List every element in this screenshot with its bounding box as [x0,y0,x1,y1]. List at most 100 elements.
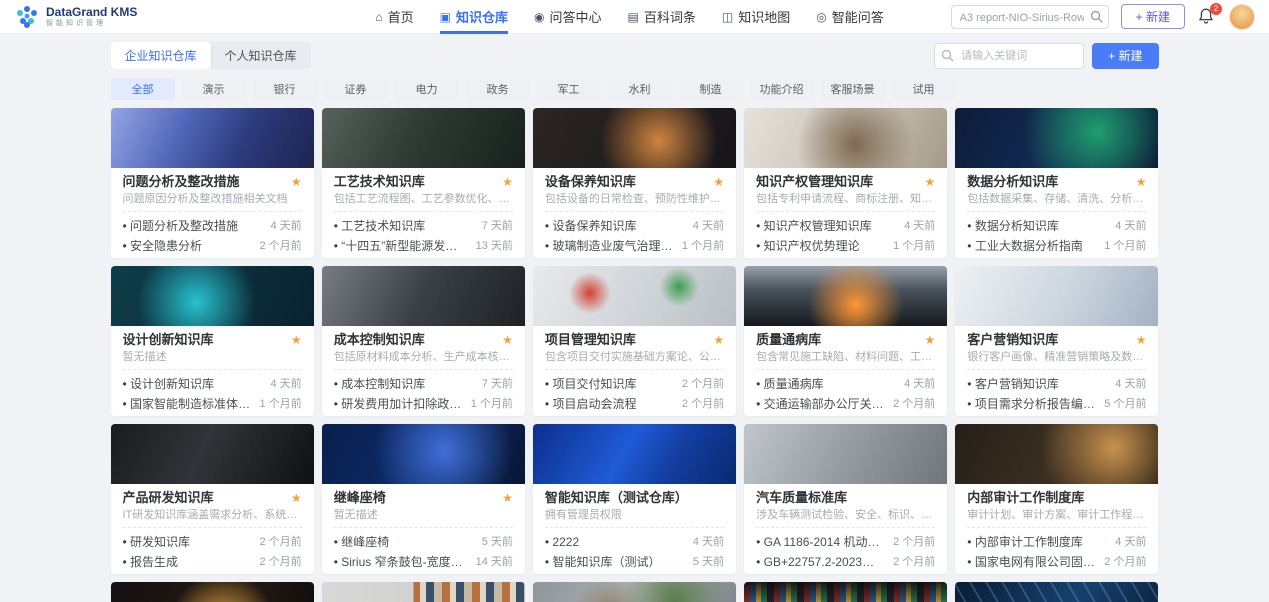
knowledge-card[interactable]: 问题分析及整改措施 ★ 问题原因分析及整改措施相关文档 问题分析及整改措施 4 … [111,108,314,258]
filter-pill-演示[interactable]: 演示 [182,78,246,100]
card-body: 设计创新知识库 ★ 暂无描述 设计创新知识库 4 天前 国家智能制造标准体系建设… [111,326,314,414]
doc-name: 玻璃制造业废气治理工程技术规... [545,236,674,256]
knowledge-card[interactable]: 设备保养知识库 ★ 包括设备的日常检查、预防性维护计划、故障诊... 设备保养知… [533,108,736,258]
doc-item[interactable]: 项目交付知识库 2 个月前 [545,374,724,394]
doc-item[interactable]: 项目启动会流程 2 个月前 [545,394,724,414]
doc-item[interactable]: 国家智能制造标准体系建设指南 1 个月前 [123,394,302,414]
knowledge-card[interactable]: 知识产权管理知识库 ★ 包括专利申请流程、商标注册、知识产权保护策... 知识产… [744,108,947,258]
knowledge-card[interactable]: ★ [322,582,525,602]
doc-item[interactable]: 数据分析知识库 4 天前 [967,216,1146,236]
doc-item[interactable]: 交通运输部办公厅关于2016年下... 2 个月前 [756,394,935,414]
doc-name: GA 1186-2014 机动车安全技术... [756,532,885,552]
doc-item[interactable]: 安全隐患分析 2 个月前 [123,236,302,256]
filter-pill-客服场景[interactable]: 客服场景 [821,78,885,100]
doc-item[interactable]: GA 1186-2014 机动车安全技术... 2 个月前 [756,532,935,552]
nav-item-知识仓库[interactable]: ▣知识仓库 [440,0,508,34]
star-icon[interactable]: ★ [1136,174,1147,190]
doc-item[interactable]: 智能知识库（测试） 5 天前 [545,552,724,572]
global-search-input[interactable] [951,5,1109,29]
user-avatar[interactable] [1229,4,1255,30]
filter-pill-试用[interactable]: 试用 [892,78,956,100]
star-icon[interactable]: ★ [502,332,513,348]
knowledge-card[interactable]: 质量通病库 ★ 包含常见施工缺陷、材料问题、工艺疏漏及整改... 质量通病库 4… [744,266,947,416]
doc-item[interactable]: 客户营销知识库 4 天前 [967,374,1146,394]
filter-pill-水利[interactable]: 水利 [608,78,672,100]
star-icon[interactable]: ★ [713,332,724,348]
nav-item-首页[interactable]: ⌂首页 [375,0,413,34]
search-icon[interactable] [1090,10,1103,23]
knowledge-card[interactable]: 产品研发知识库 ★ IT研发知识库涵盖需求分析、系统设计、编码规... 研发知识… [111,424,314,574]
filter-pill-功能介绍[interactable]: 功能介绍 [750,78,814,100]
doc-item[interactable]: 研发费用加计扣除政策执行指引... 1 个月前 [334,394,513,414]
filter-pill-证券[interactable]: 证券 [324,78,388,100]
filter-pill-银行[interactable]: 银行 [253,78,317,100]
star-icon[interactable]: ★ [1136,332,1147,348]
star-icon[interactable]: ★ [291,332,302,348]
knowledge-card[interactable]: 智能知识库（测试仓库） ★ 拥有管理员权限 2222 4 天前 智能知识库（测试… [533,424,736,574]
doc-item[interactable]: 报告生成 2 个月前 [123,552,302,572]
knowledge-card[interactable]: 继峰座椅 ★ 暂无描述 继峰座椅 5 天前 Sirius 窄条鼓包-宽度不均匀 … [322,424,525,574]
knowledge-card[interactable]: ★ [111,582,314,602]
doc-time: 4 天前 [1115,216,1146,236]
doc-item[interactable]: 工艺技术知识库 7 天前 [334,216,513,236]
doc-item[interactable]: 成本控制知识库 7 天前 [334,374,513,394]
doc-item[interactable]: 知识产权优势理论 1 个月前 [756,236,935,256]
nav-item-智能问答[interactable]: ◎智能问答 [816,0,884,34]
doc-item[interactable]: 国家电网有限公司固定资产管理... 2 个月前 [967,552,1146,572]
star-icon[interactable]: ★ [713,174,724,190]
doc-item[interactable]: 项目需求分析报告编制提纲 5 个月前 [967,394,1146,414]
brand[interactable]: DataGrand KMS 智能知识管理 [14,4,137,30]
doc-item[interactable]: 2222 4 天前 [545,532,724,552]
filter-pill-政务[interactable]: 政务 [466,78,530,100]
doc-item[interactable]: 工业大数据分析指南 1 个月前 [967,236,1146,256]
doc-item[interactable]: Sirius 窄条鼓包-宽度不均匀 14 天前 [334,552,513,572]
knowledge-card[interactable]: 内部审计工作制度库 ★ 审计计划、审计方案、审计工作程序、审计质量 内部审计工作… [955,424,1158,574]
knowledge-card[interactable]: ★ [955,582,1158,602]
knowledge-card[interactable]: 成本控制知识库 ★ 包括原材料成本分析、生产成本核算、成本优化... 成本控制知… [322,266,525,416]
star-icon[interactable]: ★ [502,490,513,506]
knowledge-card[interactable]: 汽车质量标准库 ★ 涉及车辆测试检验、安全、标识、车辆零部件，... GA 11… [744,424,947,574]
doc-item[interactable]: “十四五”新型能源发展实施方案 13 天前 [334,236,513,256]
toolbar-new-button[interactable]: + 新建 [1092,43,1158,69]
doc-item[interactable]: 质量通病库 4 天前 [756,374,935,394]
card-doc-list: 知识产权管理知识库 4 天前 知识产权优势理论 1 个月前 [756,211,935,256]
doc-item[interactable]: 研发知识库 2 个月前 [123,532,302,552]
nav-item-百科词条[interactable]: ▤百科词条 [627,0,695,34]
filter-pill-军工[interactable]: 军工 [537,78,601,100]
knowledge-card[interactable]: 设计创新知识库 ★ 暂无描述 设计创新知识库 4 天前 国家智能制造标准体系建设… [111,266,314,416]
star-icon[interactable]: ★ [291,174,302,190]
repo-tab-企业知识仓库[interactable]: 企业知识仓库 [111,42,211,69]
knowledge-card[interactable]: 客户营销知识库 ★ 银行客户画像、精准营销策略及数字化渠道管理... 客户营销知… [955,266,1158,416]
nav-item-问答中心[interactable]: ◉问答中心 [534,0,602,34]
doc-item[interactable]: 知识产权管理知识库 4 天前 [756,216,935,236]
card-doc-list: 客户营销知识库 4 天前 项目需求分析报告编制提纲 5 个月前 [967,369,1146,414]
card-description: 暂无描述 [334,509,513,522]
knowledge-card[interactable]: 工艺技术知识库 ★ 包括工艺流程图、工艺参数优化、新材料应用、... 工艺技术知… [322,108,525,258]
doc-name: 知识产权优势理论 [756,236,885,256]
card-body: 问题分析及整改措施 ★ 问题原因分析及整改措施相关文档 问题分析及整改措施 4 … [111,168,314,256]
doc-item[interactable]: 玻璃制造业废气治理工程技术规... 1 个月前 [545,236,724,256]
doc-item[interactable]: 设备保养知识库 4 天前 [545,216,724,236]
repo-tab-个人知识仓库[interactable]: 个人知识仓库 [211,42,311,69]
doc-item[interactable]: 设计创新知识库 4 天前 [123,374,302,394]
doc-item[interactable]: 继峰座椅 5 天前 [334,532,513,552]
notification-bell[interactable]: 2 [1197,7,1217,27]
doc-item[interactable]: GB+22757.2-2023轻型汽车能源... 2 个月前 [756,552,935,572]
star-icon[interactable]: ★ [291,490,302,506]
knowledge-card[interactable]: 数据分析知识库 ★ 包括数据采集、存储、清洗、分析和可视化等内... 数据分析知… [955,108,1158,258]
keyword-search-input[interactable] [934,43,1084,69]
knowledge-card[interactable]: ★ [533,582,736,602]
doc-item[interactable]: 问题分析及整改措施 4 天前 [123,216,302,236]
filter-pill-全部[interactable]: 全部 [111,78,175,100]
nav-item-知识地图[interactable]: ◫知识地图 [722,0,790,34]
card-title-row: 项目管理知识库 ★ [545,332,724,348]
filter-pill-制造[interactable]: 制造 [679,78,743,100]
knowledge-card[interactable]: 项目管理知识库 ★ 包含项目交付实施基础方案论、公司成本、进度... 项目交付知… [533,266,736,416]
filter-pill-电力[interactable]: 电力 [395,78,459,100]
star-icon[interactable]: ★ [925,332,936,348]
star-icon[interactable]: ★ [502,174,513,190]
doc-item[interactable]: 内部审计工作制度库 4 天前 [967,532,1146,552]
star-icon[interactable]: ★ [925,174,936,190]
knowledge-card[interactable]: ★ [744,582,947,602]
header-new-button[interactable]: + 新建 [1121,4,1185,29]
